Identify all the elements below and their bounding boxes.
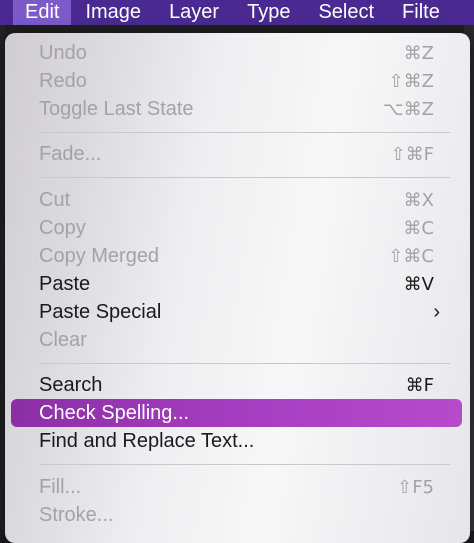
menu-item-undo[interactable]: Undo ⌘Z: [5, 39, 470, 67]
menu-item-label: Find and Replace Text...: [39, 429, 255, 452]
menu-item-label: Redo: [39, 69, 87, 92]
menu-item-label: Stroke...: [39, 503, 114, 526]
menu-item-stroke[interactable]: Stroke...: [5, 501, 470, 529]
menu-item-search[interactable]: Search ⌘F: [5, 371, 470, 399]
menu-item-label: Paste Special: [39, 300, 162, 323]
menu-image[interactable]: Image: [71, 0, 155, 25]
menu-item-fill[interactable]: Fill... ⇧F5: [5, 473, 470, 501]
shortcut-text: ⌥⌘Z: [382, 98, 434, 120]
menu-item-label: Copy Merged: [39, 244, 160, 267]
menu-item-label: Fade...: [39, 142, 102, 165]
shortcut-text: ⇧⌘F: [390, 143, 434, 165]
menu-item-find-and-replace-text[interactable]: Find and Replace Text...: [5, 427, 470, 455]
menu-filter[interactable]: Filte: [388, 0, 454, 25]
menu-item-paste[interactable]: Paste ⌘V: [5, 270, 470, 298]
shortcut-text: ⇧⌘Z: [388, 70, 434, 92]
menu-item-label: Cut: [39, 188, 71, 211]
menu-item-label: Undo: [39, 41, 87, 64]
menu-item-cut[interactable]: Cut ⌘X: [5, 186, 470, 214]
menu-item-copy[interactable]: Copy ⌘C: [5, 214, 470, 242]
menu-type[interactable]: Type: [233, 0, 304, 25]
shortcut-text: ⌘F: [405, 374, 434, 396]
menu-separator: [39, 132, 450, 133]
menu-item-check-spelling[interactable]: Check Spelling...: [11, 399, 462, 427]
menu-separator: [39, 177, 450, 178]
shortcut-text: ⌘C: [403, 217, 434, 239]
menu-item-copy-merged[interactable]: Copy Merged ⇧⌘C: [5, 242, 470, 270]
menu-item-label: Paste: [39, 272, 91, 295]
shortcut-text: ⇧F5: [397, 476, 434, 498]
menu-item-label: Search: [39, 373, 103, 396]
shortcut-text: ⇧⌘C: [388, 245, 434, 267]
menu-item-toggle-last-state[interactable]: Toggle Last State ⌥⌘Z: [5, 95, 470, 123]
menu-item-redo[interactable]: Redo ⇧⌘Z: [5, 67, 470, 95]
menu-item-fade[interactable]: Fade... ⇧⌘F: [5, 140, 470, 168]
edit-dropdown-menu: Undo ⌘Z Redo ⇧⌘Z Toggle Last State ⌥⌘Z F…: [5, 33, 470, 543]
menu-item-label: Toggle Last State: [39, 97, 194, 120]
menu-separator: [39, 464, 450, 465]
shortcut-text: ⌘X: [403, 189, 434, 211]
menu-layer[interactable]: Layer: [155, 0, 233, 25]
shortcut-text: ⌘V: [403, 273, 434, 295]
menu-item-label: Clear: [39, 328, 87, 351]
menu-separator: [39, 363, 450, 364]
menu-select[interactable]: Select: [304, 0, 388, 25]
menu-item-clear[interactable]: Clear: [5, 326, 470, 354]
menu-edit[interactable]: Edit: [13, 0, 72, 25]
menu-item-label: Check Spelling...: [39, 401, 190, 424]
shortcut-text: ⌘Z: [403, 42, 434, 64]
menu-item-paste-special[interactable]: Paste Special ›: [5, 298, 470, 326]
chevron-right-icon: ›: [433, 300, 440, 323]
menu-bar: Edit Image Layer Type Select Filte: [0, 0, 474, 25]
menu-item-label: Copy: [39, 216, 86, 239]
menu-item-label: Fill...: [39, 475, 82, 498]
